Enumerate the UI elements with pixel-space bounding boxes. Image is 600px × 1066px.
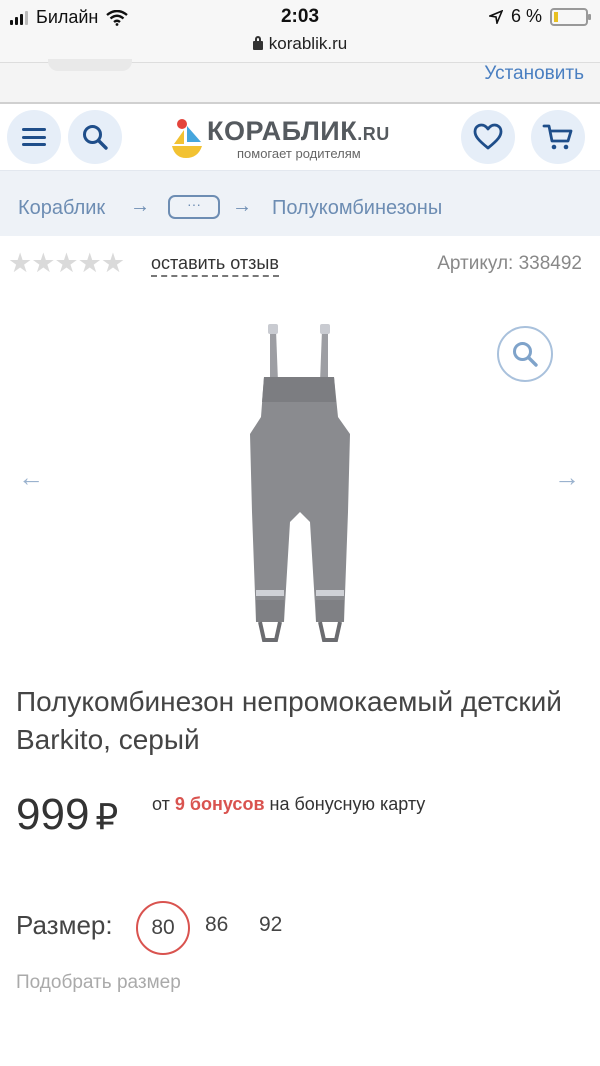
banner-pill: [48, 59, 132, 71]
sku-label: Артикул: 338492: [437, 253, 582, 274]
app-install-banner: Установить: [0, 59, 600, 104]
size-option-86[interactable]: 86: [205, 913, 228, 937]
favorites-button[interactable]: [461, 110, 515, 164]
zoom-icon: [513, 342, 538, 367]
breadcrumb: Кораблик → ··· → Полукомбинезоны: [0, 170, 600, 236]
lock-icon: [252, 36, 263, 50]
url-text: korablik.ru: [268, 34, 348, 53]
battery-icon: [550, 7, 591, 26]
cart-icon: [542, 124, 573, 150]
status-right: 6 %: [488, 6, 591, 27]
battery-percent: 6 %: [510, 6, 542, 26]
logo-boat-icon: [172, 119, 202, 158]
location-icon: [488, 9, 503, 24]
size-option-80[interactable]: 80: [136, 901, 190, 955]
cart-button[interactable]: [531, 110, 585, 164]
gallery-prev-button[interactable]: ←: [18, 462, 44, 493]
search-button[interactable]: [68, 110, 122, 164]
logo-wordmark: КОРАБЛИК.RU: [207, 116, 390, 146]
search-icon: [83, 125, 108, 150]
currency-symbol: ₽: [95, 796, 119, 837]
gallery-next-button[interactable]: →: [554, 462, 580, 493]
bonus-info: от 9 бонусов на бонусную карту: [152, 794, 426, 814]
breadcrumb-root-link[interactable]: Кораблик: [18, 197, 105, 220]
size-option-92[interactable]: 92: [259, 913, 282, 937]
site-header: КОРАБЛИК.RU помогает родителям: [0, 104, 600, 170]
install-app-link[interactable]: Установить: [484, 63, 584, 85]
breadcrumb-separator: →: [232, 195, 252, 217]
status-bar: Билайн 2:03 6 %: [0, 0, 600, 34]
product-image[interactable]: [224, 322, 374, 652]
site-logo[interactable]: КОРАБЛИК.RU помогает родителям: [170, 114, 420, 164]
zoom-button[interactable]: [497, 326, 553, 382]
pick-size-link[interactable]: Подобрать размер: [16, 972, 181, 994]
breadcrumb-separator: →: [130, 195, 150, 217]
rating-stars[interactable]: ★★★★★: [8, 248, 125, 279]
product-gallery: ← →: [0, 292, 600, 662]
menu-button[interactable]: [7, 110, 61, 164]
breadcrumb-more-button[interactable]: ···: [168, 195, 220, 219]
product-price: 999 ₽: [16, 790, 118, 840]
bonus-amount: 9 бонусов: [174, 794, 265, 814]
size-label: Размер:: [16, 910, 113, 940]
price-value: 999: [16, 790, 90, 839]
breadcrumb-current-link[interactable]: Полукомбинезоны: [272, 197, 442, 220]
heart-icon: [473, 123, 503, 150]
url-bar[interactable]: korablik.ru: [0, 34, 600, 62]
logo-tagline: помогает родителям: [237, 146, 361, 161]
rating-row: ★★★★★ оставить отзыв Артикул: 338492: [0, 236, 600, 292]
product-title: Полукомбинезон непромокаемый детский Bar…: [16, 686, 562, 755]
leave-review-link[interactable]: оставить отзыв: [151, 253, 279, 277]
menu-icon: [22, 128, 46, 146]
